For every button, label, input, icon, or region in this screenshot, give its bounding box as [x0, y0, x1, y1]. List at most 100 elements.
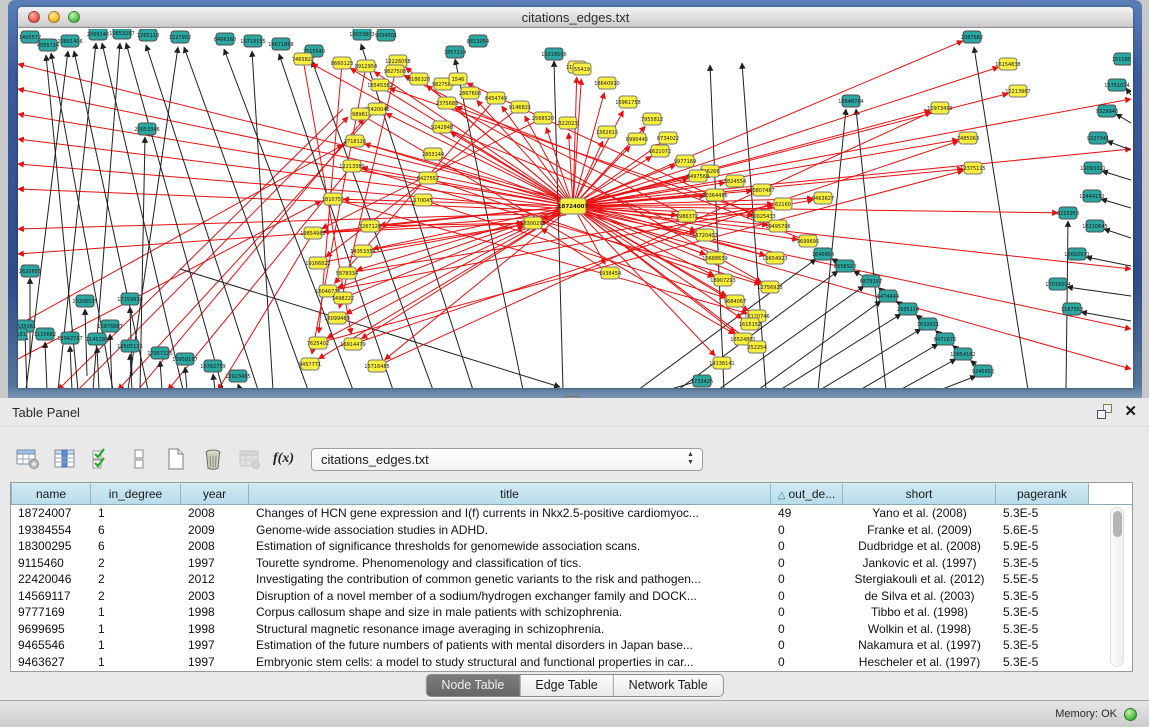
graph-node[interactable]: 12756928: [757, 281, 782, 293]
graph-node[interactable]: 8186328: [408, 73, 430, 85]
table-row[interactable]: 1830029562008Estimation of significance …: [11, 538, 1132, 555]
cell-in_degree[interactable]: 2: [91, 571, 181, 588]
cell-in_degree[interactable]: 1: [91, 621, 181, 638]
graph-node[interactable]: 2069146: [87, 29, 109, 40]
cell-out_degree[interactable]: 49: [771, 505, 843, 522]
cell-year[interactable]: 2009: [181, 522, 249, 539]
graph-edge[interactable]: [1067, 287, 1131, 296]
cell-year[interactable]: 1998: [181, 604, 249, 621]
table-selector-dropdown[interactable]: citations_edges.txt ▲▼: [311, 448, 703, 471]
import-table-icon[interactable]: [236, 446, 264, 472]
cell-out_degree[interactable]: 0: [771, 588, 843, 605]
graph-edge[interactable]: [25, 334, 27, 388]
cell-out_degree[interactable]: 0: [771, 522, 843, 539]
graph-node[interactable]: 20053346: [134, 123, 159, 135]
cell-year[interactable]: 2003: [181, 588, 249, 605]
graph-node[interactable]: 252254: [747, 341, 766, 353]
cell-pagerank[interactable]: 5.9E-5: [996, 538, 1089, 555]
graph-node[interactable]: 4055724: [37, 39, 59, 51]
graph-node[interactable]: 2087682: [961, 31, 983, 43]
graph-node[interactable]: 8813054: [467, 35, 489, 47]
graph-node[interactable]: 1498222: [332, 292, 354, 304]
table-row[interactable]: 1872400712008Changes of HCN gene express…: [11, 505, 1132, 522]
graph-edge[interactable]: [213, 374, 215, 388]
cell-title[interactable]: Structural magnetic resonance image aver…: [249, 621, 771, 638]
graph-node[interactable]: 20691406: [57, 35, 82, 47]
graph-node[interactable]: 17159928: [117, 293, 142, 305]
float-panel-icon[interactable]: [1097, 404, 1112, 419]
graph-node[interactable]: 98961: [351, 108, 369, 120]
cell-short[interactable]: Nakamura et al. (1997): [843, 637, 996, 654]
tab-edge-table[interactable]: Edge Table: [520, 675, 613, 696]
graph-node[interactable]: 12923465: [225, 370, 250, 382]
table-row[interactable]: 946362711997Embryonic stem cells: a mode…: [11, 654, 1132, 671]
graph-edge[interactable]: [365, 144, 573, 206]
cell-short[interactable]: Wolkin et al. (1998): [843, 621, 996, 638]
graph-edge[interactable]: [126, 43, 223, 388]
cell-pagerank[interactable]: 5.3E-5: [996, 637, 1089, 654]
column-header-year[interactable]: year: [181, 483, 249, 504]
table-row[interactable]: 1456911722003Disruption of a novel membe…: [11, 588, 1132, 605]
graph-node[interactable]: 1145194: [86, 333, 108, 345]
graph-edge[interactable]: [582, 211, 1131, 329]
graph-node[interactable]: 2375685: [436, 97, 458, 109]
graph-node[interactable]: 7632621: [917, 318, 939, 330]
graph-node[interactable]: 20206535: [72, 295, 97, 307]
graph-edge[interactable]: [820, 329, 921, 388]
tab-node-table[interactable]: Node Table: [426, 675, 520, 696]
graph-edge[interactable]: [238, 384, 240, 388]
graph-node[interactable]: 12213967: [1005, 85, 1030, 97]
cell-out_degree[interactable]: 0: [771, 621, 843, 638]
graph-node[interactable]: 10688639: [702, 252, 727, 264]
graph-node[interactable]: 8215953: [1057, 207, 1079, 219]
graph-node[interactable]: 1115682: [34, 328, 56, 340]
graph-node[interactable]: 16210645: [1082, 220, 1107, 232]
graph-node[interactable]: 10782759: [200, 360, 225, 372]
graph-node[interactable]: 9146821: [509, 101, 531, 113]
graph-node[interactable]: 9827508: [384, 65, 406, 77]
graph-node[interactable]: 8990445: [626, 133, 648, 145]
graph-node[interactable]: 8471676: [934, 333, 956, 345]
cell-name[interactable]: 9699695: [11, 621, 91, 638]
cell-out_degree[interactable]: 0: [771, 637, 843, 654]
graph-node[interactable]: 3267120: [359, 220, 381, 232]
graph-node[interactable]: 8427552: [417, 172, 439, 184]
close-window-button[interactable]: [28, 11, 40, 23]
graph-node[interactable]: 16545382: [367, 79, 392, 91]
graph-node[interactable]: 19495796: [765, 220, 790, 232]
graph-node[interactable]: 2935114: [897, 303, 919, 315]
cell-name[interactable]: 18724007: [11, 505, 91, 522]
cell-year[interactable]: 2008: [181, 505, 249, 522]
graph-node[interactable]: 10719155: [240, 35, 265, 47]
cell-title[interactable]: Tourette syndrome. Phenomenology and cla…: [249, 555, 771, 572]
cell-title[interactable]: Disruption of a novel member of a sodium…: [249, 588, 771, 605]
graph-node[interactable]: 1810755: [322, 193, 344, 205]
graph-edge[interactable]: [70, 346, 72, 388]
graph-node[interactable]: 6879197: [860, 275, 882, 287]
cell-pagerank[interactable]: 5.3E-5: [996, 654, 1089, 671]
graph-node[interactable]: 14671868: [268, 38, 293, 50]
graph-node[interactable]: 16961758: [615, 96, 640, 108]
graph-node[interactable]: 39151: [18, 328, 27, 340]
cell-title[interactable]: Estimation of the future numbers of pati…: [249, 637, 771, 654]
cell-pagerank[interactable]: 5.3E-5: [996, 604, 1089, 621]
network-canvas-area[interactable]: 1405572405572420691406206914610653287126…: [18, 29, 1133, 388]
graph-node[interactable]: 7625402: [307, 337, 329, 349]
graph-node[interactable]: 9054501: [375, 29, 397, 41]
graph-node[interactable]: 16914479: [340, 338, 365, 350]
cell-in_degree[interactable]: 1: [91, 654, 181, 671]
graph-node[interactable]: 9227341: [1087, 132, 1109, 144]
graph-edge[interactable]: [45, 342, 47, 388]
graph-edge[interactable]: [1102, 171, 1131, 180]
graph-node[interactable]: 6497568: [687, 170, 709, 182]
cell-name[interactable]: 22420046: [11, 571, 91, 588]
graph-node[interactable]: 12093321: [1080, 162, 1105, 174]
row-selection-icon[interactable]: [88, 446, 116, 472]
column-visibility-icon[interactable]: [51, 446, 79, 472]
graph-node[interactable]: 55419: [573, 63, 591, 75]
graph-edge[interactable]: [252, 51, 273, 388]
graph-node[interactable]: 8912954: [355, 60, 377, 72]
graph-node[interactable]: 9684067: [724, 295, 746, 307]
graph-node[interactable]: 2803144: [422, 148, 444, 160]
graph-node[interactable]: 8454749: [485, 92, 507, 104]
